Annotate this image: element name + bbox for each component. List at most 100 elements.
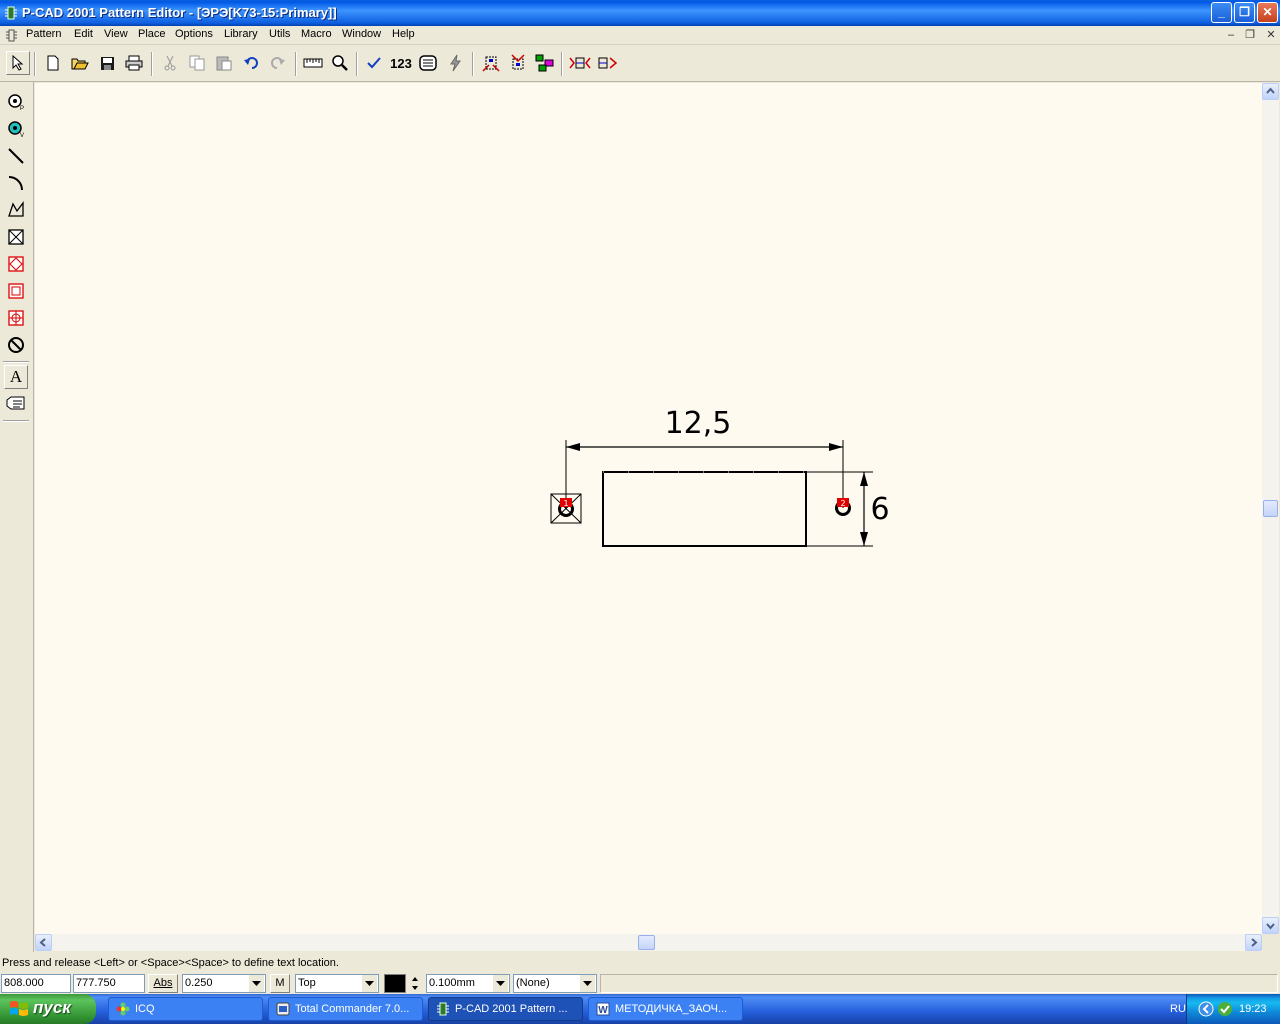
scroll-down-button[interactable] xyxy=(1262,917,1279,934)
new-file-button[interactable] xyxy=(41,51,65,75)
horizontal-scroll-thumb[interactable] xyxy=(638,935,655,950)
pattern-wizard-button[interactable] xyxy=(443,51,467,75)
place-arc-tool[interactable] xyxy=(4,171,28,195)
floppy-disk-icon xyxy=(100,56,114,70)
line-width-dropdown-button[interactable] xyxy=(493,975,508,992)
measure-button[interactable] xyxy=(301,51,325,75)
m-toggle-button[interactable]: M xyxy=(270,974,290,993)
scroll-right-button[interactable] xyxy=(1245,934,1262,951)
copy-button[interactable] xyxy=(185,51,209,75)
select-pads-button[interactable] xyxy=(479,51,503,75)
place-line-tool[interactable] xyxy=(4,144,28,168)
drawing-canvas[interactable]: 12,5 6 1 2 xyxy=(35,83,1262,934)
layer-color-swatch[interactable] xyxy=(384,974,406,993)
place-attribute-tool[interactable] xyxy=(4,392,28,416)
taskbar-item-label: P-CAD 2001 Pattern ... xyxy=(455,1003,568,1015)
language-indicator[interactable]: RU xyxy=(1170,1003,1186,1015)
taskbar-item-icq[interactable]: ICQ xyxy=(108,997,263,1021)
menu-place[interactable]: Place xyxy=(138,28,166,40)
place-text-tool[interactable]: A xyxy=(4,365,28,389)
menu-utils[interactable]: Utils xyxy=(269,28,290,40)
mdi-restore-button[interactable]: ❐ xyxy=(1243,29,1257,42)
mdi-minimize-button[interactable]: – xyxy=(1224,29,1238,42)
scroll-up-button[interactable] xyxy=(1262,83,1279,100)
abs-toggle-button[interactable]: Abs xyxy=(148,974,178,993)
x-coordinate-field[interactable]: 808.000 xyxy=(1,974,71,993)
scroll-left-arrow-icon xyxy=(39,938,46,947)
menu-help[interactable]: Help xyxy=(392,28,415,40)
paste-button[interactable] xyxy=(212,51,236,75)
menu-pattern[interactable]: Pattern xyxy=(26,28,61,40)
design-rule-check-button[interactable] xyxy=(362,51,386,75)
menu-view[interactable]: View xyxy=(104,28,128,40)
pad-grid-icon xyxy=(482,56,500,72)
start-button[interactable]: пуск xyxy=(0,994,96,1024)
menu-macro[interactable]: Macro xyxy=(301,28,332,40)
menu-edit[interactable]: Edit xyxy=(74,28,93,40)
minimize-button[interactable]: _ xyxy=(1211,2,1232,23)
width-arrow-right xyxy=(829,443,843,451)
renumber-pads-button[interactable]: 123 xyxy=(389,51,413,75)
menu-window[interactable]: Window xyxy=(342,28,381,40)
svg-text:V: V xyxy=(20,133,24,138)
mirror-button[interactable] xyxy=(568,51,592,75)
place-keepout-tool[interactable] xyxy=(4,225,28,249)
window-title: P-CAD 2001 Pattern Editor - [ЭРЭ[K73-15:… xyxy=(22,5,337,20)
y-coordinate-field[interactable]: 777.750 xyxy=(73,974,145,993)
layer-dropdown-button[interactable] xyxy=(362,975,377,992)
checkmark-icon xyxy=(367,57,381,69)
net-dropdown-button[interactable] xyxy=(580,975,595,992)
place-via-tool[interactable]: V xyxy=(4,117,28,141)
taskbar-item-label: Total Commander 7.0... xyxy=(295,1003,410,1015)
grid-dropdown-button[interactable] xyxy=(249,975,264,992)
place-polygon-tool[interactable] xyxy=(4,198,28,222)
open-file-button[interactable] xyxy=(68,51,92,75)
cut-button[interactable] xyxy=(158,51,182,75)
vertical-scrollbar[interactable] xyxy=(1262,83,1279,934)
restore-button[interactable]: ❐ xyxy=(1234,2,1255,23)
flip-button[interactable] xyxy=(595,51,619,75)
pad-style-icon xyxy=(419,55,437,71)
width-arrow-left xyxy=(566,443,580,451)
pcad-app-icon xyxy=(5,6,17,20)
pad-attributes-button[interactable] xyxy=(506,51,530,75)
scroll-down-arrow-icon xyxy=(1266,923,1275,930)
place-cutout-tool[interactable] xyxy=(4,279,28,303)
menu-options[interactable]: Options xyxy=(175,28,213,40)
menu-library[interactable]: Library xyxy=(224,28,258,40)
place-pad-tool[interactable]: P xyxy=(4,90,28,114)
undo-button[interactable] xyxy=(239,51,263,75)
document-icon[interactable] xyxy=(5,29,18,42)
redo-button[interactable] xyxy=(266,51,290,75)
taskbar-item-pcad[interactable]: P-CAD 2001 Pattern ... xyxy=(428,997,583,1021)
scroll-left-button[interactable] xyxy=(35,934,52,951)
layer-colors-button[interactable] xyxy=(533,51,557,75)
pad-style-button[interactable] xyxy=(416,51,440,75)
vertical-scroll-thumb[interactable] xyxy=(1263,500,1278,517)
horizontal-scrollbar[interactable] xyxy=(35,934,1262,951)
save-button[interactable] xyxy=(95,51,119,75)
close-button[interactable]: ✕ xyxy=(1257,2,1278,23)
mirror-icon xyxy=(569,57,591,69)
zoom-button[interactable] xyxy=(328,51,352,75)
layer-spin-button[interactable] xyxy=(407,974,423,993)
pad-attributes-icon xyxy=(511,54,525,70)
chevron-down-icon xyxy=(583,980,592,986)
line-icon xyxy=(8,148,24,164)
print-button[interactable] xyxy=(122,51,146,75)
icq-status-icon[interactable] xyxy=(1217,1001,1233,1017)
cutout-icon xyxy=(8,283,24,299)
place-keepout-zone-tool[interactable] xyxy=(4,333,28,357)
copy-icon xyxy=(189,55,205,71)
place-copper-pour-tool[interactable] xyxy=(4,252,28,276)
select-pointer-button[interactable] xyxy=(6,51,30,75)
magnifier-icon xyxy=(332,55,348,71)
main-toolbar: 123 xyxy=(0,46,1280,82)
mdi-close-button[interactable]: ✕ xyxy=(1264,29,1278,42)
tray-collapse-icon[interactable] xyxy=(1198,1001,1214,1017)
taskbar-item-total-commander[interactable]: Total Commander 7.0... xyxy=(268,997,423,1021)
title-bar: P-CAD 2001 Pattern Editor - [ЭРЭ[K73-15:… xyxy=(0,0,1280,26)
taskbar-item-word-document[interactable]: W МЕТОДИЧКА_ЗАОЧ... xyxy=(588,997,743,1021)
system-tray: 19:23 xyxy=(1186,994,1280,1024)
place-plane-tool[interactable] xyxy=(4,306,28,330)
